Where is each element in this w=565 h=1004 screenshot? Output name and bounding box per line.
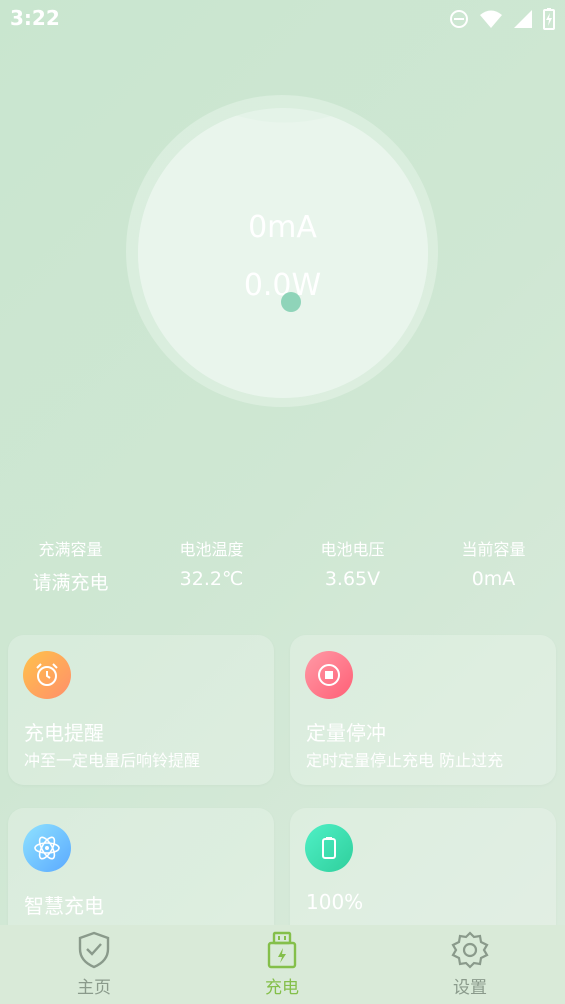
stat-value: 请满充电 — [32, 572, 109, 594]
wifi-icon — [480, 10, 502, 28]
gauge-current-value: 0mA — [248, 210, 317, 245]
dnd-icon — [450, 10, 468, 28]
atom-icon — [23, 824, 71, 872]
nav-item-home[interactable]: 主页 — [34, 931, 154, 998]
nav-item-charging[interactable]: 充电 — [222, 931, 342, 998]
stat-label: 电池温度 — [179, 540, 244, 559]
nav-label: 主页 — [77, 978, 111, 998]
battery-stats: 充满容量 请满充电 电池温度 32.2℃ 电池电压 3.65V 当前容量 0mA — [0, 536, 565, 596]
stat-label: 充满容量 — [38, 540, 103, 559]
stat-battery-temperature: 电池温度 32.2℃ — [141, 536, 282, 590]
stat-value: 3.65V — [324, 568, 381, 590]
bubble-dot — [281, 292, 301, 312]
battery-charging-icon — [543, 8, 555, 30]
nav-label: 充电 — [265, 978, 299, 998]
gauge-circle — [138, 108, 428, 398]
nav-item-settings[interactable]: 设置 — [410, 931, 530, 998]
signal-icon — [514, 10, 532, 28]
stat-current-capacity: 当前容量 0mA — [423, 536, 564, 590]
stat-battery-voltage: 电池电压 3.65V — [282, 536, 423, 590]
stat-value: 0mA — [471, 568, 516, 590]
charger-icon — [267, 931, 297, 969]
status-time: 3:22 — [10, 6, 60, 30]
status-icons — [449, 8, 555, 30]
stat-label: 当前容量 — [461, 540, 526, 559]
gear-icon — [451, 931, 489, 969]
card-title: 100% — [306, 890, 364, 914]
alarm-clock-icon — [23, 651, 71, 699]
battery-icon — [305, 824, 353, 872]
wave-shape — [138, 108, 428, 398]
card-title: 充电提醒 — [24, 721, 104, 745]
stat-label: 电池电压 — [320, 540, 385, 559]
status-bar: 3:22 — [0, 0, 565, 40]
nav-label: 设置 — [453, 978, 487, 998]
bottom-navigation: 主页 充电 设置 — [0, 925, 565, 1004]
stat-full-capacity: 充满容量 请满充电 — [0, 536, 141, 595]
card-description: 定时定量停止充电 防止过充 — [306, 751, 504, 770]
shield-check-icon — [78, 931, 110, 969]
card-charge-reminder[interactable]: 充电提醒 冲至一定电量后响铃提醒 — [8, 635, 274, 785]
card-scheduled-stop[interactable]: 定量停冲 定时定量停止充电 防止过充 — [290, 635, 556, 785]
card-title: 定量停冲 — [306, 721, 386, 745]
card-title: 智慧充电 — [24, 894, 104, 918]
stop-icon — [305, 651, 353, 699]
stat-value: 32.2℃ — [179, 568, 244, 590]
card-description: 冲至一定电量后响铃提醒 — [24, 751, 201, 770]
